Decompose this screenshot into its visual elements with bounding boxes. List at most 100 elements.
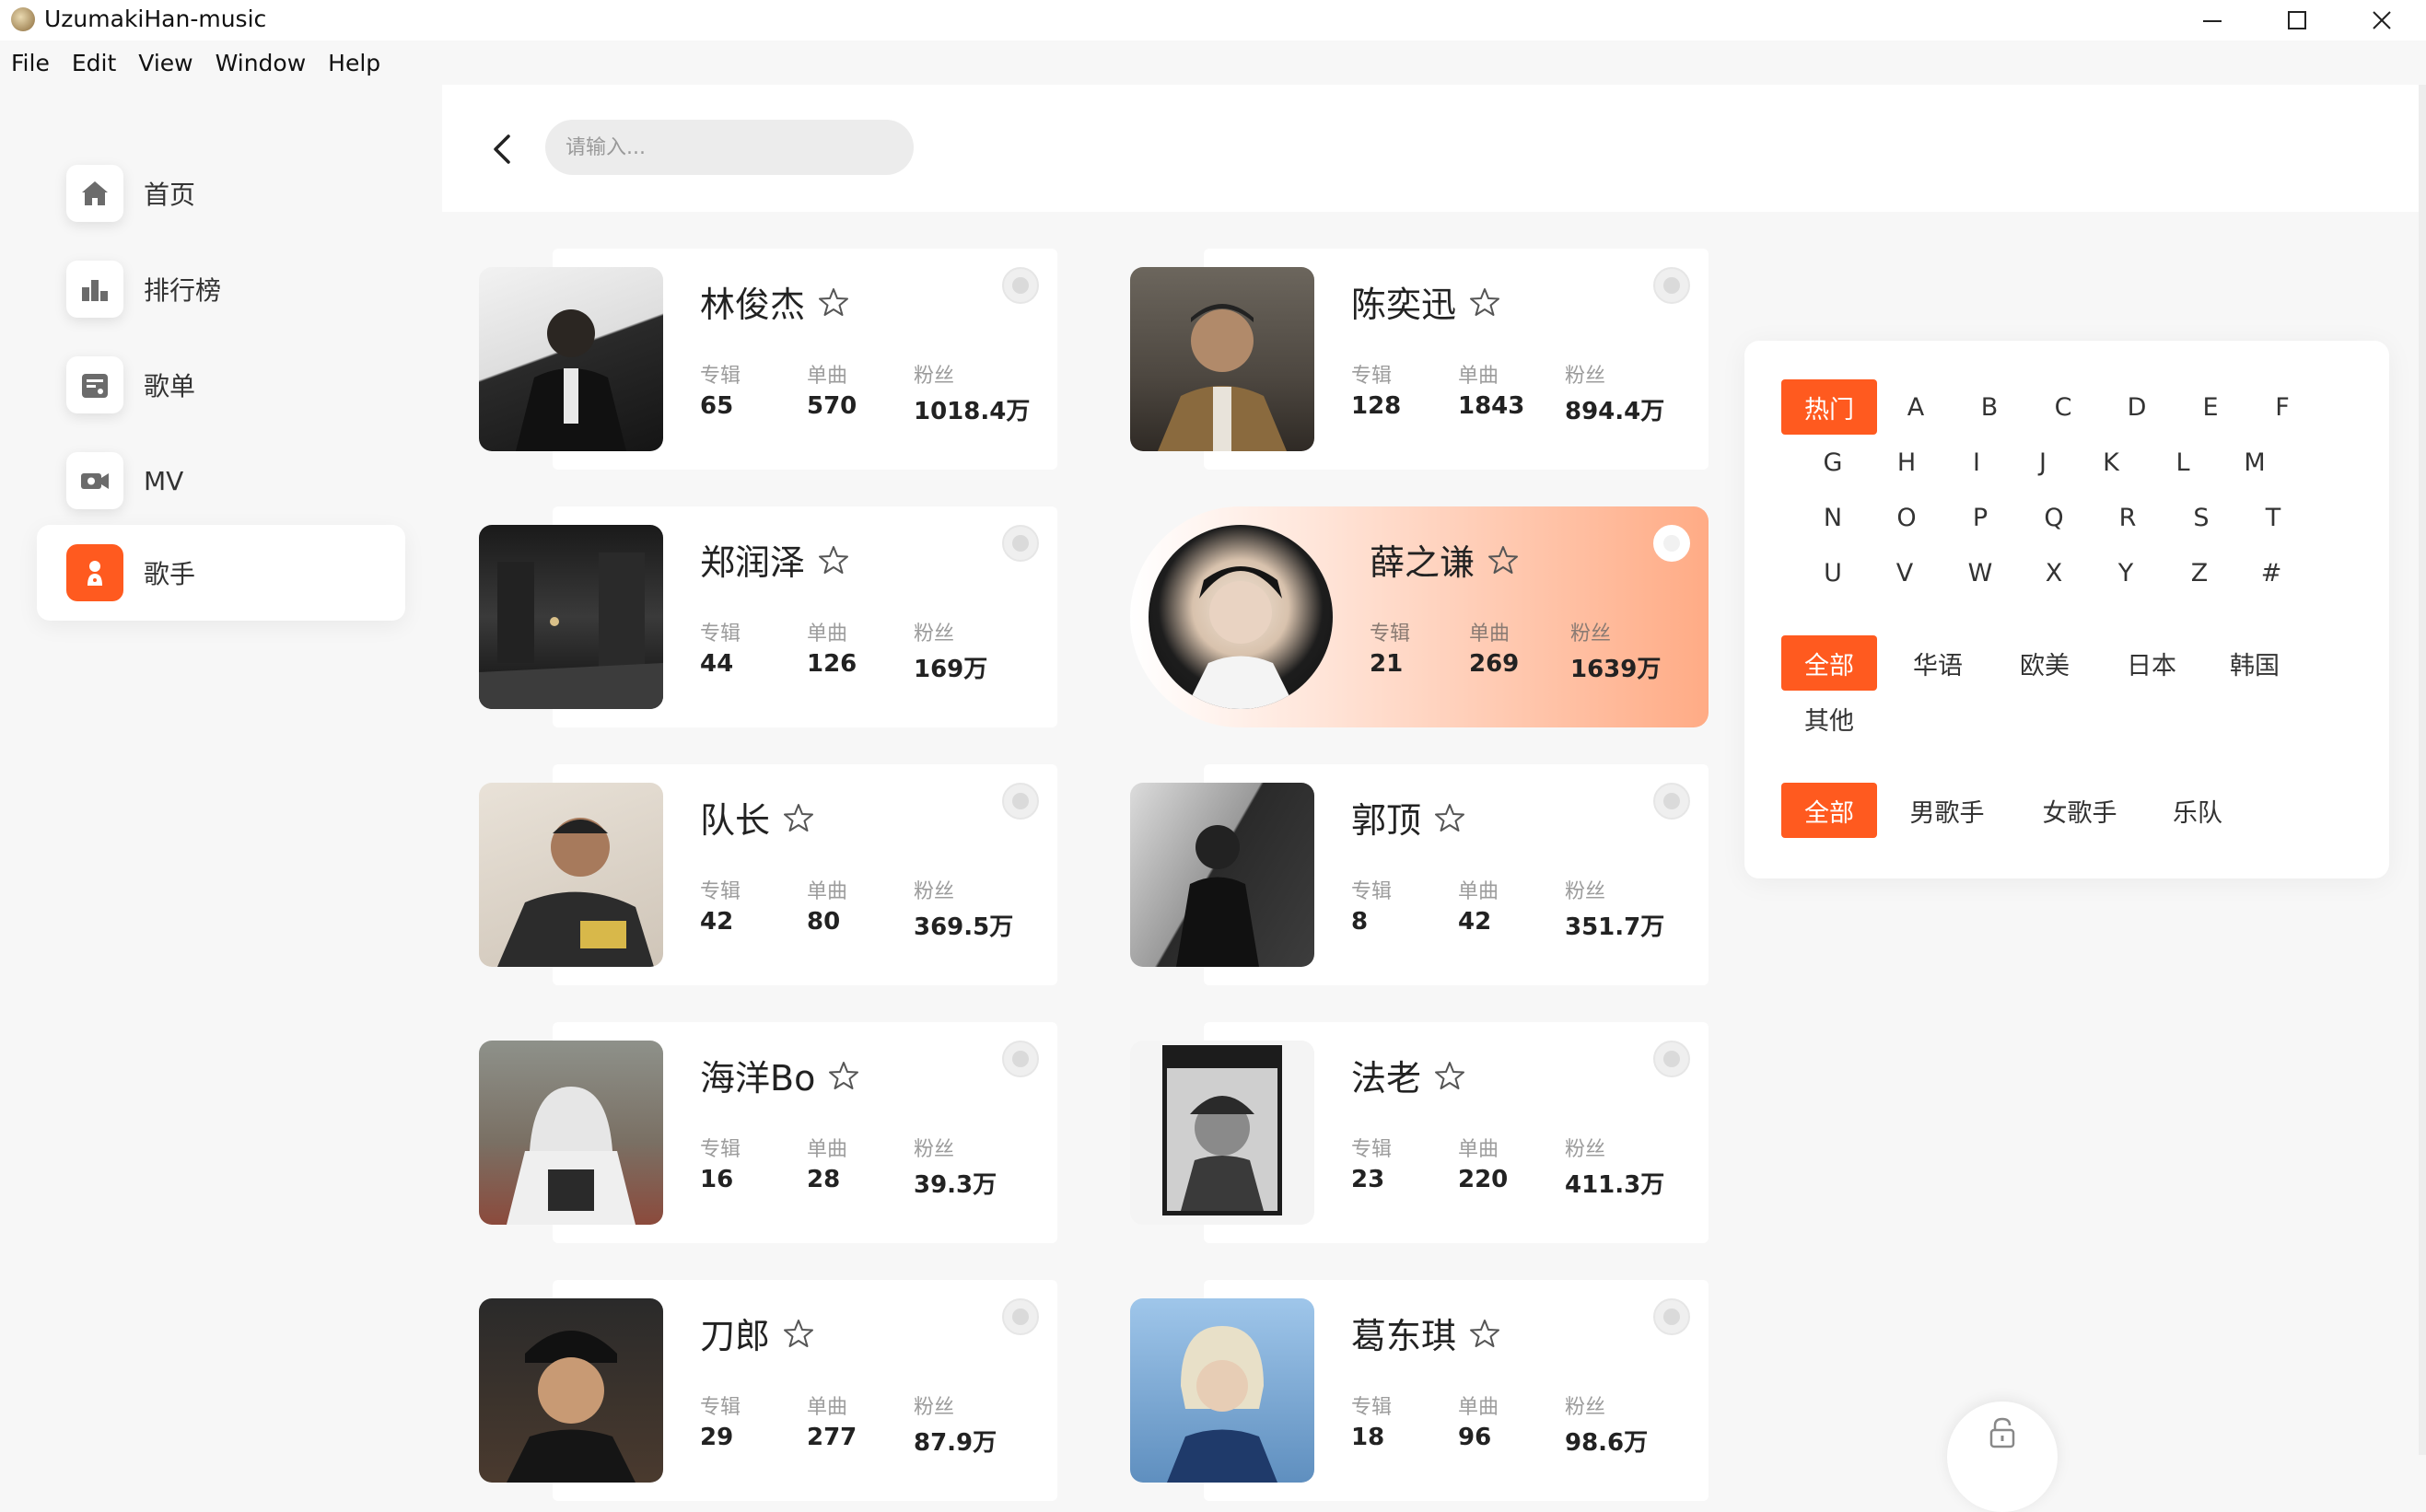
artist-card[interactable]: 葛东琪 专辑 18 单曲 96 粉丝 98.6万 [1130,1280,1709,1501]
sidebar-item-playlist[interactable]: 歌单 [37,337,405,433]
artist-avatar[interactable] [479,1041,663,1225]
maximize-button[interactable] [2255,0,2339,41]
artist-name[interactable]: 林俊杰 [700,276,805,327]
filter-initial[interactable]: Y [2105,545,2146,600]
artist-card[interactable]: 郑润泽 专辑 44 单曲 126 粉丝 169万 [479,506,1057,727]
filter-initial[interactable]: # [2251,545,2292,600]
record-icon[interactable] [1653,1041,1690,1077]
artist-name[interactable]: 海洋Bo [700,1050,815,1100]
filter-region[interactable]: 欧美 [2008,635,2082,691]
star-icon[interactable] [1434,1060,1465,1091]
artist-avatar[interactable] [1149,525,1333,709]
record-icon[interactable] [1002,1041,1039,1077]
filter-initial[interactable]: R [2107,490,2148,545]
artist-name[interactable]: 薛之谦 [1370,534,1475,585]
filter-initial[interactable]: O [1886,490,1927,545]
artist-card[interactable]: 海洋Bo 专辑 16 单曲 28 粉丝 39.3万 [479,1022,1057,1243]
filter-initial[interactable]: X [2034,545,2074,600]
artist-avatar[interactable] [1130,267,1314,451]
artist-card[interactable]: 陈奕迅 专辑 128 单曲 1843 粉丝 894.4万 [1130,249,1709,470]
artist-card[interactable]: 刀郎 专辑 29 单曲 277 粉丝 87.9万 [479,1280,1057,1501]
record-icon[interactable] [1002,525,1039,562]
filter-initial[interactable]: M [2234,435,2275,490]
filter-initial[interactable]: H [1886,435,1927,490]
star-icon[interactable] [1487,544,1519,576]
filter-region-all[interactable]: 全部 [1781,635,1877,691]
filter-initial[interactable]: I [1956,435,1997,490]
filter-initial[interactable]: Z [2179,545,2220,600]
menu-file[interactable]: File [0,46,61,87]
filter-initial[interactable]: A [1895,379,1936,435]
record-icon[interactable] [1653,525,1690,562]
filter-initial[interactable]: W [1960,545,2000,600]
sidebar-item-mv[interactable]: MV [37,433,405,529]
filter-initial[interactable]: E [2190,379,2231,435]
artist-avatar[interactable] [1130,1041,1314,1225]
back-arrow-icon[interactable] [488,131,516,168]
filter-initial[interactable]: T [2253,490,2293,545]
record-icon[interactable] [1653,1298,1690,1335]
record-icon[interactable] [1002,1298,1039,1335]
menu-edit[interactable]: Edit [61,46,127,87]
record-icon[interactable] [1653,267,1690,304]
artist-card-hovered[interactable]: 薛之谦 专辑 21 单曲 269 粉丝 1639万 [1130,506,1709,727]
star-icon[interactable] [818,286,849,318]
artist-card[interactable]: 郭顶 专辑 8 单曲 42 粉丝 351.7万 [1130,764,1709,985]
artist-avatar[interactable] [1130,1298,1314,1483]
filter-initial[interactable]: N [1813,490,1853,545]
filter-region[interactable]: 韩国 [2218,635,2292,691]
filter-type[interactable]: 乐队 [2161,783,2234,838]
artist-card[interactable]: 队长 专辑 42 单曲 80 粉丝 369.5万 [479,764,1057,985]
filter-initial[interactable]: K [2091,435,2131,490]
filter-initial[interactable]: P [1960,490,2000,545]
artist-name[interactable]: 陈奕迅 [1351,276,1456,327]
filter-initial[interactable]: C [2043,379,2083,435]
record-icon[interactable] [1653,783,1690,820]
filter-region[interactable]: 其他 [1792,691,1866,746]
filter-initial[interactable]: S [2181,490,2222,545]
artist-card[interactable]: 法老 专辑 23 单曲 220 粉丝 411.3万 [1130,1022,1709,1243]
filter-type[interactable]: 女歌手 [2034,783,2126,838]
filter-initial[interactable]: G [1813,435,1853,490]
record-icon[interactable] [1002,267,1039,304]
filter-initial[interactable]: J [2023,435,2063,490]
filter-region[interactable]: 华语 [1901,635,1975,691]
filter-region[interactable]: 日本 [2115,635,2188,691]
artist-name[interactable]: 队长 [700,792,770,843]
sidebar-item-singers[interactable]: 歌手 [37,525,405,621]
star-icon[interactable] [783,802,814,833]
filter-type-all[interactable]: 全部 [1781,783,1877,838]
artist-name[interactable]: 刀郎 [700,1308,770,1358]
star-icon[interactable] [818,544,849,576]
artist-name[interactable]: 葛东琪 [1351,1308,1456,1358]
sidebar-item-home[interactable]: 首页 [37,145,405,241]
filter-initial[interactable]: F [2262,379,2303,435]
menu-view[interactable]: View [127,46,204,87]
artist-avatar[interactable] [1130,783,1314,967]
star-icon[interactable] [828,1060,859,1091]
filter-type[interactable]: 男歌手 [1901,783,1993,838]
artist-name[interactable]: 郑润泽 [700,534,805,585]
search-input[interactable] [545,120,914,175]
filter-initial[interactable]: B [1969,379,2010,435]
scrollbar-track[interactable] [2419,85,2426,1455]
artist-avatar[interactable] [479,1298,663,1483]
filter-initial[interactable]: U [1813,545,1853,600]
artist-avatar[interactable] [479,267,663,451]
filter-initial[interactable]: Q [2034,490,2074,545]
close-button[interactable] [2339,0,2424,41]
artist-name[interactable]: 郭顶 [1351,792,1421,843]
menu-window[interactable]: Window [204,46,318,87]
artist-avatar[interactable] [479,525,663,709]
star-icon[interactable] [1469,286,1500,318]
artist-name[interactable]: 法老 [1351,1050,1421,1100]
filter-initial[interactable]: D [2117,379,2157,435]
star-icon[interactable] [783,1318,814,1349]
star-icon[interactable] [1434,802,1465,833]
minimize-button[interactable] [2170,0,2255,41]
filter-initial-hot[interactable]: 热门 [1781,379,1877,435]
record-icon[interactable] [1002,783,1039,820]
player-lock-button[interactable] [1947,1402,2058,1512]
artist-card[interactable]: 林俊杰 专辑 65 单曲 570 粉丝 1018.4万 [479,249,1057,470]
sidebar-item-charts[interactable]: 排行榜 [37,241,405,337]
